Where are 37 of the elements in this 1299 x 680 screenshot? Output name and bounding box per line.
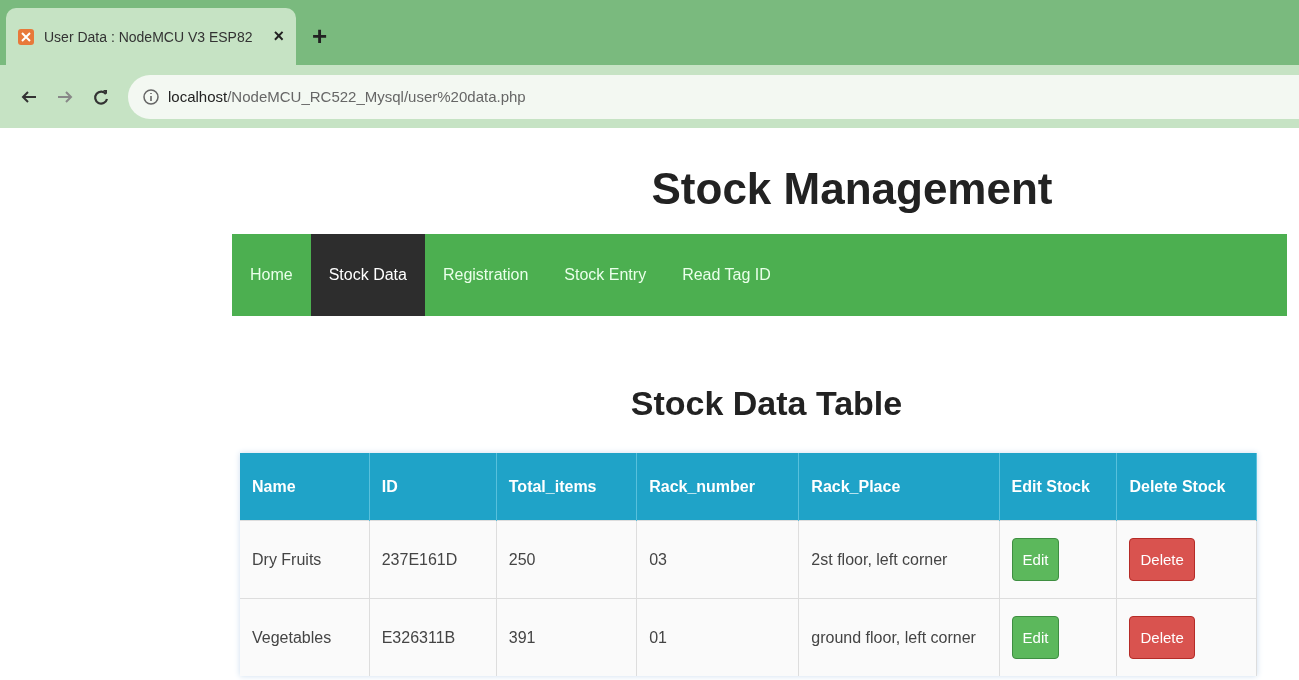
table-cell: 01: [636, 598, 799, 676]
new-tab-button[interactable]: +: [312, 21, 328, 52]
url-field[interactable]: localhost/NodeMCU_RC522_Mysql/user%20data.php: [128, 74, 1299, 119]
edit-button[interactable]: Edit: [1011, 538, 1060, 581]
table-cell: Vegetables: [240, 598, 370, 676]
info-icon: [142, 87, 160, 106]
nav-link[interactable]: Read Tag ID: [664, 234, 789, 316]
column-header: ID: [369, 453, 497, 521]
table-cell: Dry Fruits: [240, 520, 370, 599]
close-tab-button[interactable]: ×: [273, 26, 284, 47]
column-header: Delete Stock: [1116, 453, 1257, 521]
table-title: Stock Data Table: [629, 384, 904, 423]
table-cell: 250: [496, 520, 637, 599]
column-header: Total_items: [496, 453, 637, 521]
column-header: Rack_Place: [798, 453, 1000, 521]
app-icon: [18, 28, 34, 45]
nav-link[interactable]: Registration: [424, 234, 547, 316]
nav-link[interactable]: Stock Entry: [546, 234, 665, 316]
tab-title: User Data : NodeMCU V3 ESP82: [44, 28, 254, 45]
table-cell: ground floor, left corner: [798, 598, 1000, 676]
delete-button[interactable]: Delete: [1129, 538, 1195, 581]
reload-icon[interactable]: [92, 87, 110, 106]
table-cell: 391: [496, 598, 637, 676]
table-cell: 2st floor, left corner: [798, 520, 1000, 599]
column-header: Edit Stock: [999, 453, 1117, 521]
delete-button[interactable]: Delete: [1129, 616, 1195, 659]
nav-link[interactable]: Stock Data: [310, 234, 425, 316]
nav-link[interactable]: Home: [232, 234, 311, 316]
edit-button[interactable]: Edit: [1011, 616, 1060, 659]
page-title: Stock Management: [650, 164, 1054, 214]
browser-tab[interactable]: User Data : NodeMCU V3 ESP82 ×: [6, 8, 296, 65]
url-text: localhost/NodeMCU_RC522_Mysql/user%20data.php: [168, 88, 526, 105]
column-header: Name: [240, 453, 370, 521]
table-cell: 237E161D: [369, 520, 497, 599]
table-cell: E326311B: [369, 598, 497, 676]
column-header: Rack_number: [636, 453, 799, 521]
table-cell: 03: [636, 520, 799, 599]
